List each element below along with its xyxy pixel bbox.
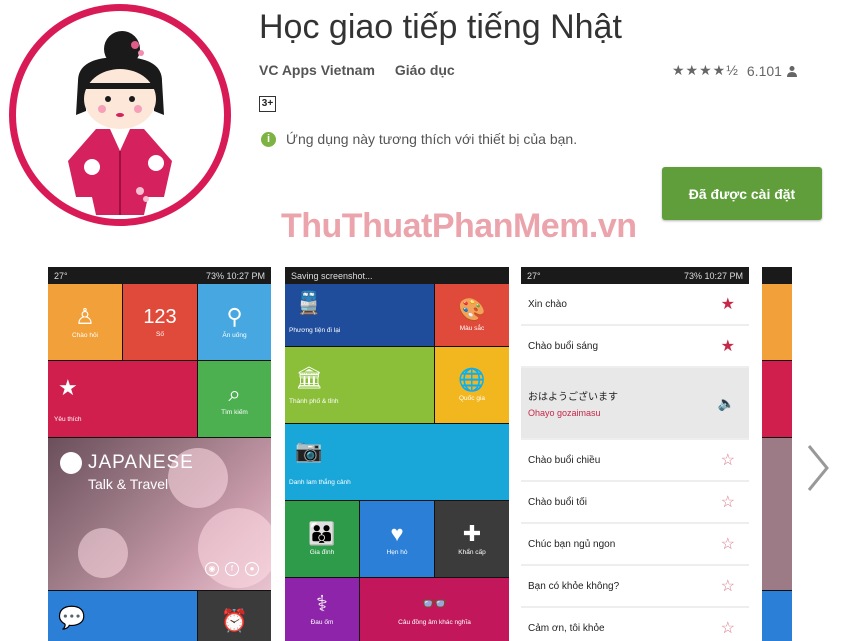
tile-numbers: 123 Số: [123, 284, 197, 360]
star-outline-icon[interactable]: ☆: [721, 492, 735, 512]
tile-alarm: ⏰: [198, 591, 271, 641]
dining-icon: ⚲: [226, 303, 243, 329]
rating: ★★★★½ 6.101: [672, 62, 798, 79]
age-rating-badge: 3+: [259, 96, 276, 112]
info-icon: i: [261, 131, 276, 147]
status-bar: Saving screenshot...: [285, 267, 509, 284]
speaker-icon[interactable]: 🔈: [718, 395, 735, 412]
tile-homonyms: 👓 Câu đồng âm khác nghĩa: [360, 578, 509, 641]
tile-colors: 🎨 Màu sắc: [435, 284, 509, 346]
family-icon: 👪: [308, 520, 336, 546]
list-item[interactable]: Chào buổi sáng ★: [521, 326, 749, 366]
app-icon: [9, 4, 231, 226]
greeting-icon: ♙: [75, 303, 95, 329]
tile-cities: 🏛 Thành phố & tỉnh: [285, 347, 434, 423]
watermark: ThuThuatPhanMem.vn: [281, 207, 637, 245]
status-bar: [762, 267, 792, 284]
tile-countries: 🌐 Quốc gia: [435, 347, 509, 423]
rating-count: 6.101: [746, 62, 782, 79]
status-bar: 27° 73% 10:27 PM: [48, 267, 271, 284]
camera-icon: 📷: [295, 438, 323, 463]
category-grid: ♙ Chào hỏi 123 Số ⚲ Ăn uống ★ Yêu thích …: [48, 284, 271, 641]
category-link[interactable]: Giáo dục: [395, 62, 455, 78]
alarm-icon: ⏰: [220, 608, 249, 633]
tile-greeting: ♙ Chào hỏi: [48, 284, 122, 360]
screenshot-1[interactable]: 27° 73% 10:27 PM ♙ Chào hỏi 123 Số ⚲ Ăn …: [48, 267, 271, 641]
building-icon: 🏛: [295, 365, 323, 390]
tile-transport: 🚆 Phương tiện đi lại: [285, 284, 434, 346]
google-icon: ●: [245, 562, 259, 576]
glasses-icon: 👓: [420, 591, 449, 616]
train-icon: 🚆: [295, 290, 323, 315]
screenshot-2[interactable]: Saving screenshot... 🚆 Phương tiện đi lạ…: [285, 267, 509, 641]
doll-avatar-icon: [60, 452, 82, 474]
compatibility-text: Ứng dụng này tương thích với thiết bị củ…: [286, 131, 578, 147]
chat-icon: 💬: [58, 605, 86, 630]
tile-family: 👪 Gia đình: [285, 501, 359, 577]
tile-landmarks: 📷 Danh lam thắng cảnh: [285, 424, 509, 500]
star-outline-icon[interactable]: ☆: [721, 534, 735, 554]
rating-stars-icon: ★★★★½: [672, 62, 739, 78]
list-item[interactable]: Chào buổi tối ☆: [521, 482, 749, 522]
screenshot-3[interactable]: 27° 73% 10:27 PM Xin chào ★ Chào buổi sá…: [521, 267, 749, 641]
star-icon: ★: [58, 375, 78, 400]
tile-search: ⌕ Tìm kiếm: [198, 361, 271, 437]
chevron-right-icon[interactable]: [803, 440, 833, 496]
app-meta: VC Apps Vietnam Giáo dục: [259, 62, 471, 78]
installed-button[interactable]: Đã được cài đặt: [662, 167, 822, 220]
palette-icon: 🎨: [458, 296, 486, 322]
phrase-list: Xin chào ★ Chào buổi sáng ★ おはようございます Oh…: [521, 284, 749, 641]
share-icon: ◉: [205, 562, 219, 576]
japanese-banner: JAPANESE Talk & Travel ◉ f ●: [48, 438, 271, 590]
star-filled-icon[interactable]: ★: [721, 336, 735, 356]
list-item[interactable]: Bạn có khỏe không? ☆: [521, 566, 749, 606]
person-icon: [786, 65, 797, 77]
tile-sickness: ⚕ Đau ốm: [285, 578, 359, 641]
list-item[interactable]: Chúc bạn ngủ ngon ☆: [521, 524, 749, 564]
search-icon: ⌕: [228, 380, 241, 406]
star-filled-icon[interactable]: ★: [721, 294, 735, 314]
app-title: Học giao tiếp tiếng Nhật: [259, 8, 622, 46]
developer-link[interactable]: VC Apps Vietnam: [259, 62, 375, 78]
list-item[interactable]: Chào buổi chiều ☆: [521, 440, 749, 480]
list-item[interactable]: Xin chào ★: [521, 284, 749, 324]
category-grid: 🚆 Phương tiện đi lại 🎨 Màu sắc 🏛 Thành p…: [285, 284, 509, 641]
number-icon: 123: [143, 305, 177, 328]
star-outline-icon[interactable]: ☆: [721, 576, 735, 596]
kokeshi-doll-icon: [68, 31, 172, 215]
list-item-expanded[interactable]: おはようございます Ohayo gozaimasu 🔈: [521, 368, 749, 438]
star-outline-icon[interactable]: ☆: [721, 618, 735, 638]
compatibility-notice: i Ứng dụng này tương thích với thiết bị …: [261, 131, 577, 147]
social-icons: ◉ f ●: [205, 562, 259, 576]
facebook-icon: f: [225, 562, 239, 576]
list-item[interactable]: Cảm ơn, tôi khỏe ☆: [521, 608, 749, 641]
heart-icon: ♥: [390, 520, 404, 546]
tile-dating: ♥ Hẹn hò: [360, 501, 434, 577]
plus-icon: ✚: [462, 520, 482, 546]
tile-dining: ⚲ Ăn uống: [198, 284, 271, 360]
globe-icon: 🌐: [458, 366, 486, 392]
tile-emergency: ✚ Khẩn cấp: [435, 501, 509, 577]
tile-favorites: ★ Yêu thích: [48, 361, 197, 437]
screenshot-4-partial[interactable]: [762, 267, 792, 641]
status-bar: 27° 73% 10:27 PM: [521, 267, 749, 284]
tile-chat: 💬: [48, 591, 197, 641]
star-outline-icon[interactable]: ☆: [721, 450, 735, 470]
stethoscope-icon: ⚕: [316, 591, 328, 616]
